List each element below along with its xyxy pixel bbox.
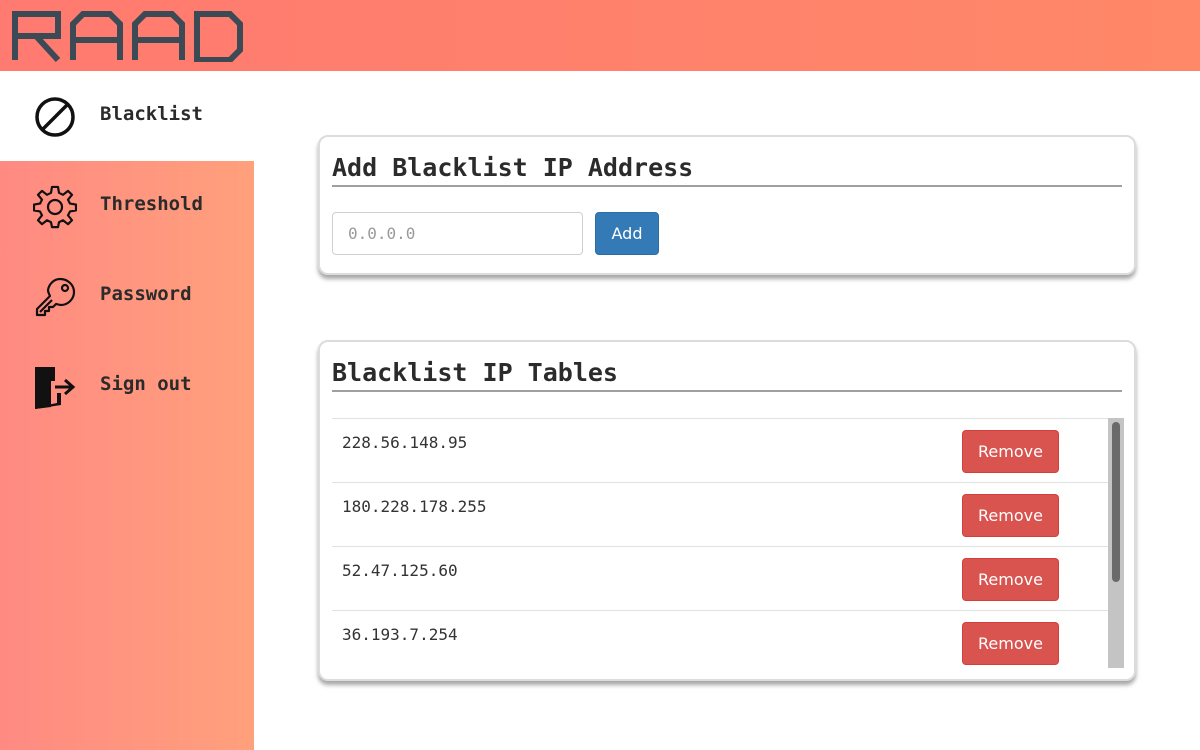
remove-button[interactable]: Remove: [962, 622, 1059, 665]
header-bar: [0, 0, 1200, 71]
table-row: 36.193.7.254 Remove: [332, 610, 1108, 668]
ip-address-input[interactable]: [332, 212, 583, 255]
gear-icon: [33, 185, 77, 229]
table-row: 52.47.125.60 Remove: [332, 546, 1108, 610]
table-scrollbar[interactable]: [1108, 418, 1124, 668]
add-button[interactable]: Add: [595, 212, 659, 255]
sidebar-item-label: Threshold: [100, 193, 203, 215]
ip-address: 228.56.148.95: [342, 433, 468, 452]
sidebar-item-sign-out[interactable]: Sign out: [0, 341, 254, 431]
ip-address: 36.193.7.254: [342, 625, 458, 644]
scrollbar-thumb[interactable]: [1112, 422, 1120, 582]
raad-logo: [12, 11, 243, 62]
key-icon: [35, 277, 76, 317]
blocked-icon: [35, 97, 75, 137]
ip-address: 52.47.125.60: [342, 561, 458, 580]
ip-address: 180.228.178.255: [342, 497, 487, 516]
add-card-title: Add Blacklist IP Address: [332, 153, 694, 182]
blacklist-table-card: Blacklist IP Tables 228.56.148.95 Remove…: [318, 340, 1136, 681]
sidebar-item-label: Blacklist: [100, 103, 203, 125]
sidebar-item-blacklist[interactable]: Blacklist: [0, 71, 254, 161]
add-blacklist-card: Add Blacklist IP Address Add: [318, 135, 1136, 275]
sidebar: Blacklist Threshold Password Sign out: [0, 71, 254, 750]
table-card-title: Blacklist IP Tables: [332, 358, 618, 387]
sidebar-item-password[interactable]: Password: [0, 251, 254, 341]
sign-out-icon: [35, 367, 76, 409]
remove-button[interactable]: Remove: [962, 558, 1059, 601]
remove-button[interactable]: Remove: [962, 430, 1059, 473]
sidebar-item-threshold[interactable]: Threshold: [0, 161, 254, 251]
sidebar-item-label: Password: [100, 283, 192, 305]
remove-button[interactable]: Remove: [962, 494, 1059, 537]
ip-table: 228.56.148.95 Remove 180.228.178.255 Rem…: [332, 418, 1124, 668]
divider: [332, 390, 1122, 392]
table-row: 180.228.178.255 Remove: [332, 482, 1108, 546]
sidebar-item-label: Sign out: [100, 373, 192, 395]
divider: [332, 185, 1122, 187]
table-row: 228.56.148.95 Remove: [332, 418, 1108, 482]
